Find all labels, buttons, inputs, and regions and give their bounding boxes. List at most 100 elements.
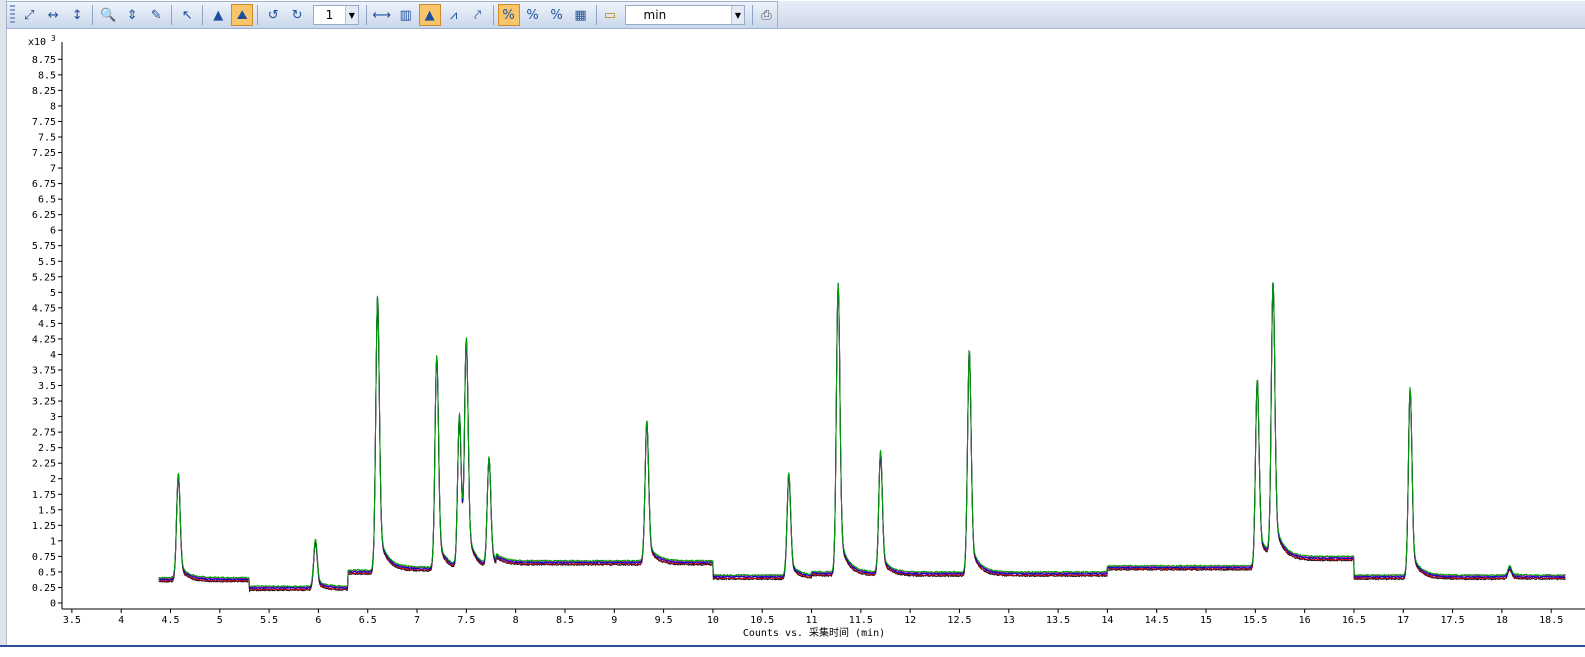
- undo-icon[interactable]: ↺: [262, 4, 284, 26]
- zoom-level-select[interactable]: 1 ▼: [313, 5, 359, 25]
- redo-icon[interactable]: ↻: [286, 4, 308, 26]
- chromatogram-trace: [158, 283, 1566, 590]
- x-tick-label: 17.5: [1441, 615, 1465, 626]
- toolbar-separator: [257, 5, 259, 25]
- toolbar-separator: [202, 5, 204, 25]
- x-tick-label: 13.5: [1046, 615, 1070, 626]
- x-tick-label: 4.5: [161, 615, 179, 626]
- chromatogram-traces: [158, 282, 1566, 593]
- toolbar-separator: [171, 5, 173, 25]
- x-tick-label: 16.5: [1342, 615, 1366, 626]
- x-tick-label: 8: [513, 615, 519, 626]
- bottom-window-edge: [0, 645, 1585, 657]
- percent-stack-icon[interactable]: %: [546, 4, 568, 26]
- x-axis-title: Counts vs. 采集时间 (min): [743, 626, 885, 639]
- y-tick-label: 5.5: [38, 257, 56, 268]
- y-tick-label: 0.75: [32, 552, 56, 563]
- zoom-out-icon[interactable]: 🔍: [97, 4, 119, 26]
- x-tick-label: 3.5: [63, 615, 81, 626]
- chromatogram-chart[interactable]: 0 0.25 0.5 0.75 1 1.25 1.5 1.75 2 2.25 2.5 2.75 3 3.2…: [6, 30, 1585, 642]
- y-tick-label: 0: [50, 599, 56, 610]
- print-icon[interactable]: ⎙: [757, 4, 776, 26]
- y-tick-label: 2: [50, 474, 56, 485]
- fit-vertical-icon[interactable]: ↕: [66, 4, 88, 26]
- x-tick-label: 10: [707, 615, 719, 626]
- peak-active-icon[interactable]: ▲: [418, 4, 441, 26]
- x-tick-label: 8.5: [556, 615, 574, 626]
- percent-icon[interactable]: %: [522, 4, 544, 26]
- x-tick-label: 4: [118, 615, 124, 626]
- time-unit-select[interactable]: min ▼: [624, 5, 745, 25]
- percent-off-icon[interactable]: %: [497, 4, 520, 26]
- chevron-down-icon[interactable]: ▼: [730, 6, 744, 24]
- overlay-peaks-icon[interactable]: ⛰: [231, 4, 254, 26]
- x-tick-label: 13: [1003, 615, 1015, 626]
- x-tick-label: 10.5: [750, 615, 774, 626]
- y-tick-label: 7.5: [38, 132, 56, 143]
- x-tick-label: 9.5: [655, 615, 673, 626]
- toolbar-grip[interactable]: [10, 5, 16, 25]
- y-tick-label: 3.25: [32, 397, 56, 408]
- link-icon[interactable]: ⤤: [467, 4, 489, 26]
- y-axis: 0 0.25 0.5 0.75 1 1.25 1.5 1.75 2 2.25 2.5 2.75 3 3.2…: [32, 42, 63, 610]
- bar-peak-icon[interactable]: ▥: [395, 4, 417, 26]
- x-tick-label: 7.5: [457, 615, 475, 626]
- x-tick-label: 12: [904, 615, 916, 626]
- autoscale-y-icon[interactable]: ⇕: [121, 4, 143, 26]
- x-tick-label: 18.5: [1539, 615, 1563, 626]
- x-tick-label: 14: [1101, 615, 1113, 626]
- y-tick-label: 2.75: [32, 428, 56, 439]
- x-tick-label: 5: [217, 615, 223, 626]
- y-tick-label: 6.25: [32, 210, 56, 221]
- toolbar-separator: [595, 5, 597, 25]
- y-tick-label: 0.5: [38, 567, 56, 578]
- y-tick-label: 4.25: [32, 334, 56, 345]
- zoom-level-value: 1: [325, 8, 334, 22]
- toolbar-separator: [492, 5, 494, 25]
- x-tick-label: 15.5: [1243, 615, 1267, 626]
- y-tick-label: 7: [50, 164, 56, 175]
- x-tick-label: 15: [1200, 615, 1212, 626]
- y-tick-label: 8: [50, 101, 56, 112]
- range-icon[interactable]: ⟷: [371, 4, 393, 26]
- x-tick-label: 12.5: [947, 615, 971, 626]
- y-tick-label: 7.25: [32, 148, 56, 159]
- fit-horizontal-icon[interactable]: ↔: [42, 4, 64, 26]
- chromatogram-trace: [158, 285, 1566, 593]
- y-tick-label: 1.75: [32, 490, 56, 501]
- chromatogram-toolbar: ⤢ ↔ ↕ 🔍 ⇕ ✎ ↖ ▲ ⛰ ↺ ↻ 1 ▼ ⟷ ▥ ▲ ⩘ ⤤ %%% ▦ ▭ min ▼ ⎙: [6, 1, 778, 29]
- peak-label-icon[interactable]: ✎: [145, 4, 167, 26]
- time-unit-value: min: [643, 8, 667, 22]
- y-tick-label: 2.25: [32, 459, 56, 470]
- x-tick-label: 17: [1397, 615, 1409, 626]
- y-tick-label: 0.25: [32, 583, 56, 594]
- integrate-icon[interactable]: ▲: [207, 4, 229, 26]
- toolbar-separator: [365, 5, 367, 25]
- palette-icon[interactable]: ▭: [600, 4, 619, 26]
- x-tick-label: 9: [611, 615, 617, 626]
- y-tick-label: 1.5: [38, 505, 56, 516]
- chromatogram-trace: [158, 282, 1566, 589]
- x-axis: 3.5 4 4.5 5 5.5 6 6.5 7 7.5 8 8.5 9 9.5 10 10.5 11 11.5 1…: [62, 608, 1585, 626]
- chevron-down-icon[interactable]: ▼: [344, 6, 358, 24]
- cursor-icon[interactable]: ↖: [176, 4, 198, 26]
- x-tick-label: 11: [806, 615, 818, 626]
- x-tick-label: 5.5: [260, 615, 278, 626]
- x-tick-label: 7: [414, 615, 420, 626]
- toolbar-background: [778, 1, 1585, 29]
- y-tick-label: 5: [50, 288, 56, 299]
- grid-icon[interactable]: ▦: [570, 4, 592, 26]
- y-tick-label: 3.75: [32, 365, 56, 376]
- toolbar-separator: [751, 5, 753, 25]
- y-tick-label: 4.5: [38, 319, 56, 330]
- x-tick-label: 6: [315, 615, 321, 626]
- x-tick-label: 6.5: [359, 615, 377, 626]
- y-tick-label: 7.75: [32, 117, 56, 128]
- chromatogram-trace: [158, 282, 1566, 588]
- x-tick-label: 18: [1496, 615, 1508, 626]
- expand-icon[interactable]: ⤢: [18, 4, 40, 26]
- y-tick-label: 5.25: [32, 272, 56, 283]
- y-exponent-label: x10 3: [28, 34, 56, 48]
- peak-spread-icon[interactable]: ⩘: [443, 4, 465, 26]
- y-tick-label: 6.75: [32, 179, 56, 190]
